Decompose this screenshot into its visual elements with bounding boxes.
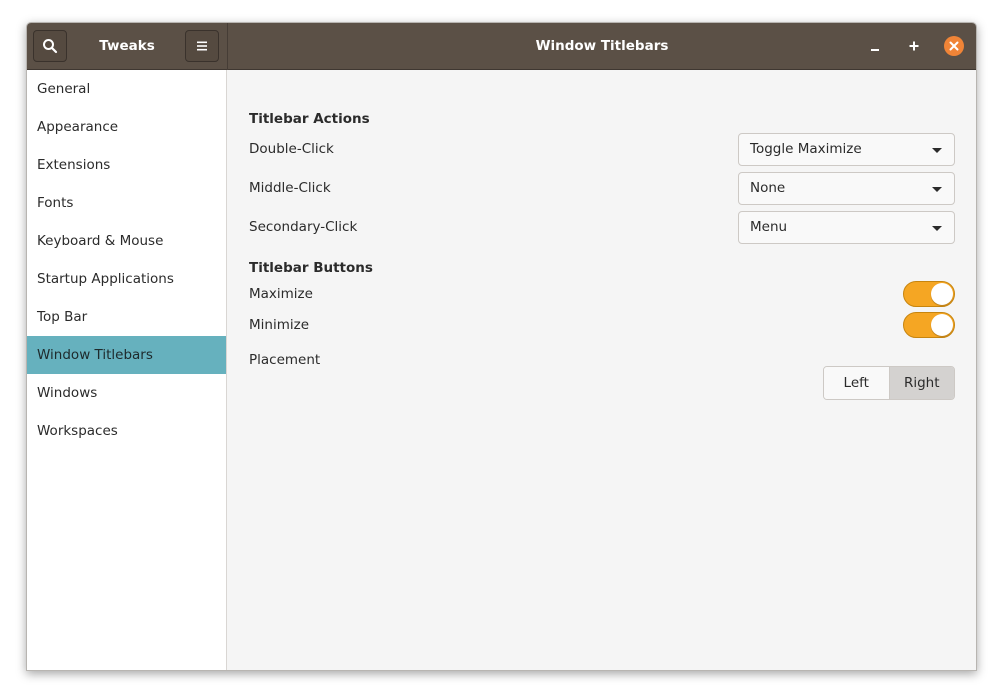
placement-right-button[interactable]: Right xyxy=(888,367,954,399)
minimize-icon xyxy=(871,49,879,51)
maximize-button[interactable] xyxy=(904,36,924,56)
minimize-label: Minimize xyxy=(249,317,309,333)
tweaks-window: Tweaks Window Titlebars General Appearan… xyxy=(26,22,977,671)
sidebar: General Appearance Extensions Fonts Keyb… xyxy=(27,70,227,670)
placement-toggle-group: Left Right xyxy=(823,366,955,400)
toggle-knob xyxy=(931,314,953,336)
hamburger-menu-icon xyxy=(197,41,207,51)
header-divider xyxy=(227,23,228,70)
middle-click-label: Middle-Click xyxy=(249,180,331,196)
secondary-click-label: Secondary-Click xyxy=(249,219,358,235)
secondary-click-value: Menu xyxy=(750,219,788,235)
search-icon xyxy=(43,39,58,54)
sidebar-item-keyboard-mouse[interactable]: Keyboard & Mouse xyxy=(27,222,226,260)
minimize-toggle[interactable] xyxy=(903,312,955,338)
sidebar-item-fonts[interactable]: Fonts xyxy=(27,184,226,222)
header-bar: Tweaks Window Titlebars xyxy=(27,23,976,70)
toggle-knob xyxy=(931,283,953,305)
settings-panel: Titlebar Actions Double-Click Toggle Max… xyxy=(227,70,976,670)
titlebar-buttons-heading: Titlebar Buttons xyxy=(249,260,373,276)
placement-label: Placement xyxy=(249,352,321,368)
chevron-down-icon xyxy=(932,226,942,231)
main-menu-button[interactable] xyxy=(185,30,219,62)
maximize-icon xyxy=(909,41,919,51)
app-title: Tweaks xyxy=(99,38,155,54)
middle-click-dropdown[interactable]: None xyxy=(738,172,955,205)
sidebar-item-general[interactable]: General xyxy=(27,70,226,108)
maximize-toggle[interactable] xyxy=(903,281,955,307)
close-icon xyxy=(944,36,964,56)
titlebar-actions-heading: Titlebar Actions xyxy=(249,111,370,127)
close-button[interactable] xyxy=(944,36,964,56)
secondary-click-dropdown[interactable]: Menu xyxy=(738,211,955,244)
sidebar-item-top-bar[interactable]: Top Bar xyxy=(27,298,226,336)
double-click-label: Double-Click xyxy=(249,141,334,157)
search-button[interactable] xyxy=(33,30,67,62)
middle-click-value: None xyxy=(750,180,786,196)
sidebar-item-startup-applications[interactable]: Startup Applications xyxy=(27,260,226,298)
sidebar-item-windows[interactable]: Windows xyxy=(27,374,226,412)
double-click-dropdown[interactable]: Toggle Maximize xyxy=(738,133,955,166)
double-click-value: Toggle Maximize xyxy=(750,141,862,157)
minimize-button[interactable] xyxy=(865,36,885,56)
chevron-down-icon xyxy=(932,148,942,153)
chevron-down-icon xyxy=(932,187,942,192)
sidebar-item-appearance[interactable]: Appearance xyxy=(27,108,226,146)
sidebar-item-workspaces[interactable]: Workspaces xyxy=(27,412,226,450)
sidebar-item-extensions[interactable]: Extensions xyxy=(27,146,226,184)
maximize-label: Maximize xyxy=(249,286,313,302)
sidebar-item-window-titlebars[interactable]: Window Titlebars xyxy=(27,336,226,374)
page-title: Window Titlebars xyxy=(535,38,669,54)
placement-left-button[interactable]: Left xyxy=(824,367,889,399)
